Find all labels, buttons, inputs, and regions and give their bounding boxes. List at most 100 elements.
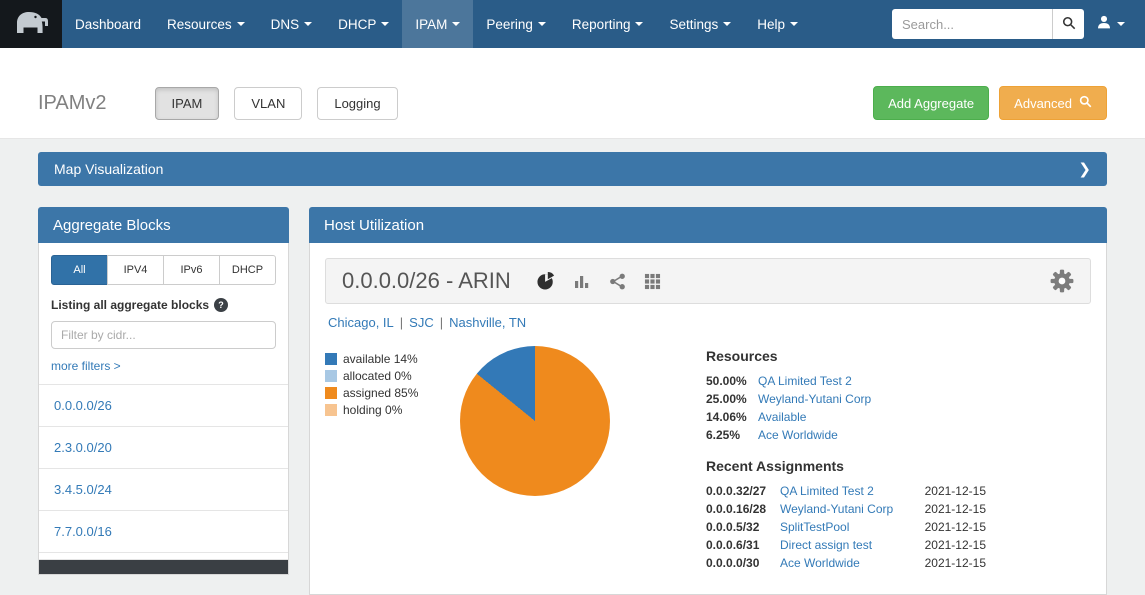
assignment-link[interactable]: Direct assign test [780,538,925,552]
list-item-block[interactable]: 3.4.5.0/24 [39,469,288,511]
resource-link[interactable]: Available [758,410,806,424]
block-type-filter-group: All IPV4 IPv6 DHCP [51,255,276,285]
assignment-link[interactable]: Weyland-Yutani Corp [780,502,925,516]
map-visualization-toggle[interactable]: Map Visualization ❯ [38,152,1107,186]
caret-down-icon [635,22,643,26]
resource-link[interactable]: Weyland-Yutani Corp [758,392,871,406]
search-icon [1079,95,1092,111]
gear-icon[interactable] [1050,269,1074,293]
separator: | [400,315,403,330]
legend-swatch [325,370,337,382]
utilization-pie [460,346,610,496]
search-button[interactable] [1052,9,1084,39]
nav-item-resources[interactable]: Resources [154,0,258,48]
listing-label-text: Listing all aggregate blocks [51,298,209,312]
advanced-label: Advanced [1014,96,1072,111]
nav-item-dhcp[interactable]: DHCP [325,0,402,48]
resource-row: 25.00%Weyland-Yutani Corp [706,392,986,406]
tab-vlan[interactable]: VLAN [234,87,302,120]
assignment-link[interactable]: SplitTestPool [780,520,925,534]
nav-item-dashboard[interactable]: Dashboard [62,0,154,48]
nav-item-peering[interactable]: Peering [473,0,559,48]
list-item-block[interactable]: 0.0.0.0/26 [39,385,288,427]
cidr-filter-input[interactable] [51,321,276,349]
assignment-row: 0.0.0.6/31Direct assign test2021-12-15 [706,538,986,552]
page-header: IPAMv2 IPAM VLAN Logging Add Aggregate A… [0,48,1145,139]
assignment-link[interactable]: Ace Worldwide [780,556,925,570]
host-utilization-body: 0.0.0.0/26 - ARIN [309,243,1107,595]
search-icon [1062,16,1076,33]
pie-chart-icon[interactable] [537,272,555,290]
location-link[interactable]: SJC [409,315,434,330]
assignment-date: 2021-12-15 [925,538,986,552]
assignment-row: 0.0.0.16/28Weyland-Yutani Corp2021-12-15 [706,502,986,516]
assignment-cidr: 0.0.0.16/28 [706,502,780,516]
location-link[interactable]: Chicago, IL [328,315,394,330]
bar-chart-icon[interactable] [573,272,591,290]
utilization-toolbar: 0.0.0.0/26 - ARIN [325,258,1091,304]
legend-label: assigned 85% [343,386,418,400]
aggregate-blocks-header: Aggregate Blocks [38,207,289,243]
nav-item-dns[interactable]: DNS [258,0,326,48]
host-utilization-panel: Host Utilization 0.0.0.0/26 - ARIN [309,207,1107,595]
filter-tab-ipv4[interactable]: IPV4 [107,255,164,285]
utilization-chart-area: available 14% allocated 0% assigned 85% … [325,346,1091,574]
resource-percent: 25.00% [706,392,758,406]
nav-label: IPAM [415,17,447,32]
assignment-row: 0.0.0.5/32SplitTestPool2021-12-15 [706,520,986,534]
tab-logging[interactable]: Logging [317,87,397,120]
list-item-block[interactable]: 2.3.0.0/20 [39,427,288,469]
assignment-cidr: 0.0.0.32/27 [706,484,780,498]
assignment-cidr: 0.0.0.0/30 [706,556,780,570]
list-item-block[interactable]: 7.7.0.0/16 [39,511,288,553]
resource-row: 14.06%Available [706,410,986,424]
nav-item-ipam[interactable]: IPAM [402,0,473,48]
nav-label: Peering [486,17,533,32]
help-icon[interactable]: ? [214,298,228,312]
more-filters-link[interactable]: more filters > [51,359,121,373]
legend-swatch [325,404,337,416]
caret-down-icon [237,22,245,26]
nav-item-settings[interactable]: Settings [656,0,744,48]
resource-row: 6.25%Ace Worldwide [706,428,986,442]
filter-tab-ipv6[interactable]: IPv6 [163,255,220,285]
separator: | [440,315,443,330]
advanced-button[interactable]: Advanced [999,86,1107,120]
list-item-block-partial [39,553,288,560]
nav-item-reporting[interactable]: Reporting [559,0,657,48]
legend-label: allocated 0% [343,369,412,383]
resources-title: Resources [706,348,986,364]
map-visualization-title: Map Visualization [54,161,163,177]
resource-percent: 6.25% [706,428,758,442]
host-utilization-header: Host Utilization [309,207,1107,243]
grid-icon[interactable] [644,273,661,290]
global-search [892,9,1084,39]
view-toggle-icons [537,272,661,290]
nav-label: Help [757,17,785,32]
page-title: IPAMv2 [38,92,107,115]
search-input[interactable] [892,9,1052,39]
share-icon[interactable] [609,273,626,290]
user-menu-button[interactable] [1084,14,1137,35]
resource-percent: 50.00% [706,374,758,388]
caret-down-icon [790,22,798,26]
app-logo[interactable] [0,0,62,48]
caret-down-icon [1117,22,1125,26]
filter-tab-dhcp[interactable]: DHCP [219,255,276,285]
add-aggregate-button[interactable]: Add Aggregate [873,86,989,120]
aggregate-blocks-panel: Aggregate Blocks All IPV4 IPv6 DHCP List… [38,207,289,575]
tab-ipam[interactable]: IPAM [155,87,220,120]
caret-down-icon [723,22,731,26]
resource-link[interactable]: QA Limited Test 2 [758,374,852,388]
nav-item-help[interactable]: Help [744,0,811,48]
caret-down-icon [381,22,389,26]
filter-tab-all[interactable]: All [51,255,108,285]
assignment-link[interactable]: QA Limited Test 2 [780,484,925,498]
assignment-cidr: 0.0.0.6/31 [706,538,780,552]
legend-label: available 14% [343,352,418,366]
chart-legend: available 14% allocated 0% assigned 85% … [325,346,460,574]
location-link[interactable]: Nashville, TN [449,315,526,330]
nav-label: DHCP [338,17,376,32]
resource-link[interactable]: Ace Worldwide [758,428,838,442]
resource-row: 50.00%QA Limited Test 2 [706,374,986,388]
